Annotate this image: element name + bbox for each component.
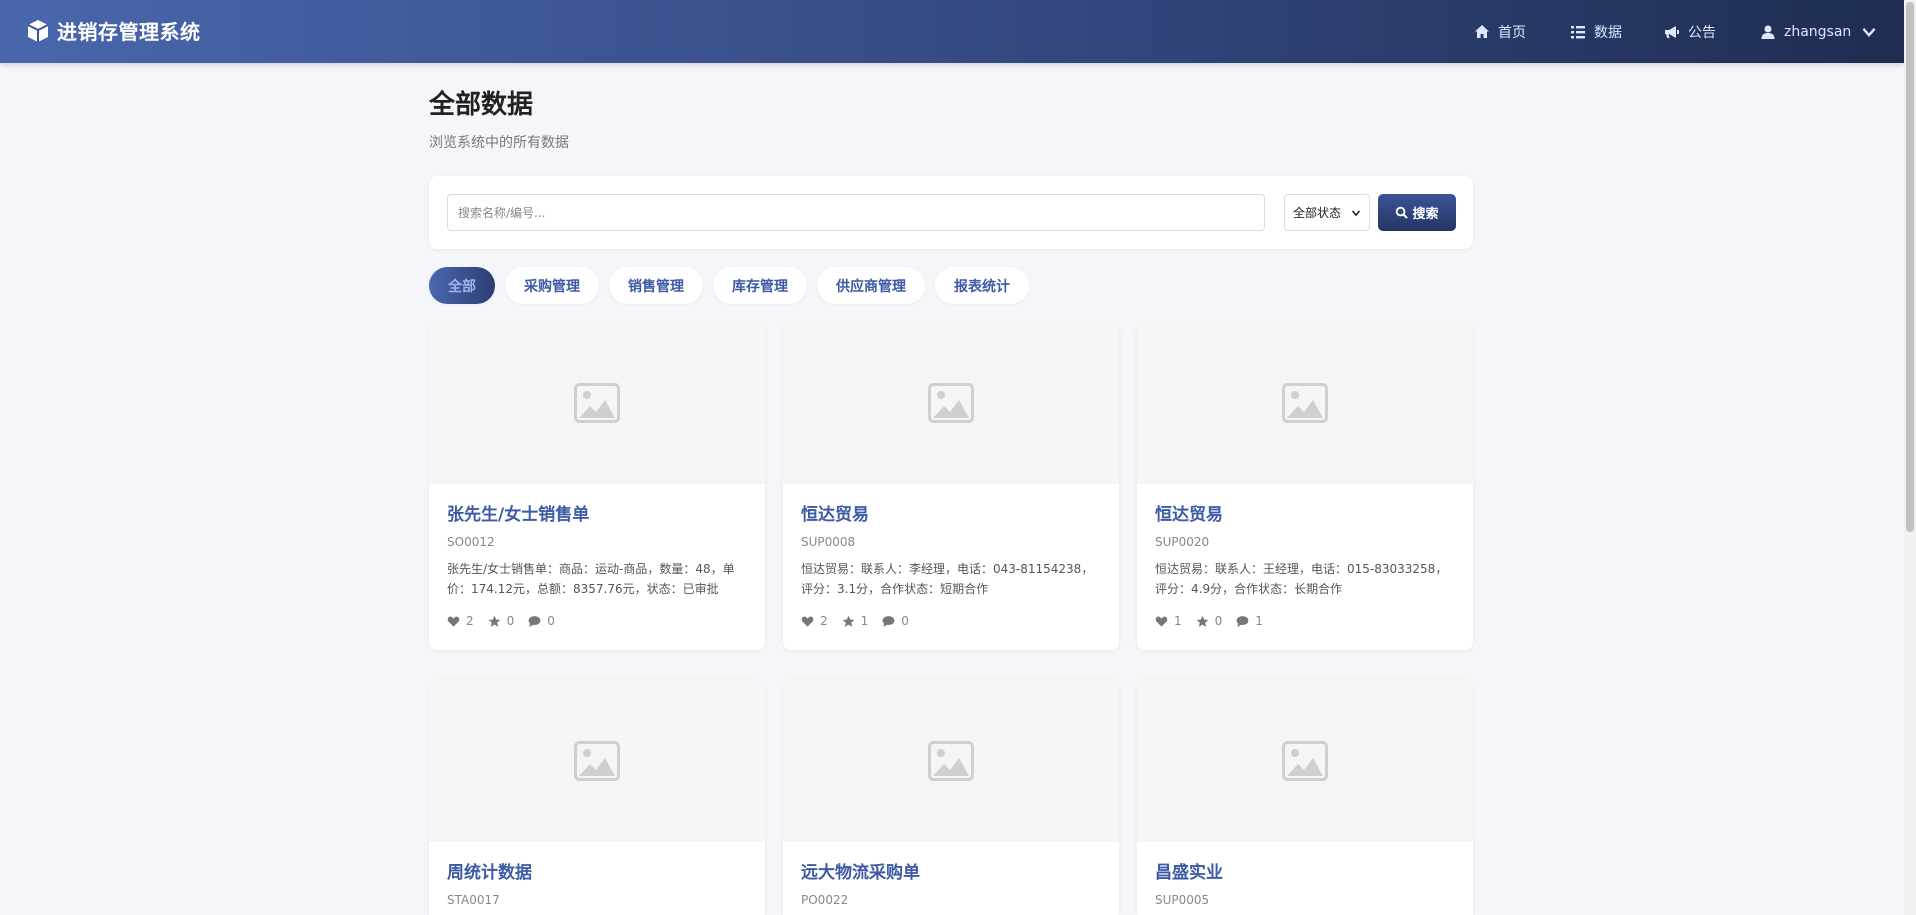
- tab-inventory[interactable]: 库存管理: [713, 267, 807, 304]
- tab-purchase[interactable]: 采购管理: [505, 267, 599, 304]
- comment-stat[interactable]: 0: [882, 614, 909, 628]
- data-card[interactable]: 昌盛实业 SUP0005: [1137, 680, 1473, 915]
- comment-stat[interactable]: 1: [1236, 614, 1263, 628]
- comment-stat[interactable]: 0: [528, 614, 555, 628]
- category-tabs: 全部 采购管理 销售管理 库存管理 供应商管理 报表统计: [429, 267, 1029, 304]
- user-icon: [1761, 25, 1775, 39]
- card-description: 恒达贸易：联系人：李经理，电话：043-81154238，评分：3.1分，合作状…: [801, 562, 1094, 596]
- comment-icon: [882, 615, 895, 627]
- card-code: SUP0020: [1155, 535, 1210, 549]
- data-card[interactable]: 远大物流采购单 PO0022: [783, 680, 1119, 915]
- like-stat[interactable]: 1: [1155, 614, 1182, 628]
- data-card[interactable]: 周统计数据 STA0017: [429, 680, 765, 915]
- tab-supplier[interactable]: 供应商管理: [817, 267, 925, 304]
- search-button[interactable]: 搜索: [1378, 194, 1456, 231]
- nav-data[interactable]: 数据: [1570, 0, 1622, 63]
- search-input[interactable]: [447, 194, 1265, 231]
- image-icon: [928, 741, 974, 781]
- tab-reports[interactable]: 报表统计: [935, 267, 1029, 304]
- card-title[interactable]: 昌盛实业: [1155, 862, 1455, 884]
- heart-icon: [447, 616, 460, 627]
- username: zhangsan: [1784, 23, 1852, 40]
- search-icon: [1396, 206, 1409, 219]
- card-code: STA0017: [447, 893, 500, 907]
- image-icon: [1282, 383, 1328, 423]
- card-image-placeholder: [783, 322, 1119, 484]
- star-count: 1: [860, 614, 869, 628]
- star-icon: [488, 615, 501, 627]
- tab-all[interactable]: 全部: [429, 267, 495, 304]
- status-select[interactable]: 全部状态: [1284, 194, 1370, 231]
- list-icon: [1571, 25, 1585, 38]
- card-description: 张先生/女士销售单：商品：运动-商品，数量：48，单价：174.12元，总额：8…: [447, 562, 735, 596]
- like-count: 2: [466, 614, 474, 628]
- nav-data-label: 数据: [1594, 24, 1622, 41]
- tab-sales[interactable]: 销售管理: [609, 267, 703, 304]
- star-icon: [1196, 615, 1209, 627]
- card-code: PO0022: [801, 893, 849, 907]
- data-card[interactable]: 恒达贸易 SUP0008 恒达贸易：联系人：李经理，电话：043-8115423…: [783, 322, 1119, 650]
- star-stat[interactable]: 0: [488, 614, 515, 628]
- navbar: 进销存管理系统 首页 数据 公告 zhangsan: [0, 0, 1904, 63]
- card-image-placeholder: [783, 680, 1119, 842]
- card-image-placeholder: [429, 322, 765, 484]
- heart-icon: [1155, 616, 1168, 627]
- megaphone-icon: [1665, 25, 1679, 38]
- like-count: 1: [1174, 614, 1182, 628]
- card-code: SUP0005: [1155, 893, 1210, 907]
- page-subtitle: 浏览系统中的所有数据: [429, 135, 569, 151]
- chevron-down-icon: [1862, 27, 1876, 37]
- user-menu[interactable]: zhangsan: [1760, 0, 1877, 63]
- brand[interactable]: 进销存管理系统: [26, 16, 201, 45]
- cube-icon: [27, 19, 49, 42]
- star-stat[interactable]: 0: [1196, 614, 1223, 628]
- data-card[interactable]: 恒达贸易 SUP0020 恒达贸易：联系人：王经理，电话：015-8303325…: [1137, 322, 1473, 650]
- card-stats: 1 0 1: [1155, 614, 1455, 628]
- comment-count: 1: [1255, 614, 1263, 628]
- nav-notice-label: 公告: [1688, 24, 1716, 41]
- app-title: 进销存管理系统: [57, 20, 201, 44]
- star-count: 0: [506, 614, 515, 628]
- page-title: 全部数据: [429, 90, 534, 120]
- card-image-placeholder: [1137, 680, 1473, 842]
- comment-icon: [1236, 615, 1249, 627]
- card-title[interactable]: 张先生/女士销售单: [447, 504, 747, 526]
- data-card[interactable]: 张先生/女士销售单 SO0012 张先生/女士销售单：商品：运动-商品，数量：4…: [429, 322, 765, 650]
- scrollbar[interactable]: [1904, 0, 1916, 915]
- image-icon: [928, 383, 974, 423]
- card-title[interactable]: 周统计数据: [447, 862, 747, 884]
- star-stat[interactable]: 1: [842, 614, 869, 628]
- image-icon: [574, 383, 620, 423]
- card-stats: 2 0 0: [447, 614, 747, 628]
- image-icon: [574, 741, 620, 781]
- card-image-placeholder: [1137, 322, 1473, 484]
- star-count: 0: [1214, 614, 1223, 628]
- nav-home[interactable]: 首页: [1474, 0, 1526, 63]
- like-stat[interactable]: 2: [447, 614, 474, 628]
- like-stat[interactable]: 2: [801, 614, 828, 628]
- card-title[interactable]: 恒达贸易: [1155, 504, 1455, 526]
- nav-notice[interactable]: 公告: [1664, 0, 1716, 63]
- chevron-down-icon: [1351, 209, 1361, 216]
- nav-home-label: 首页: [1498, 24, 1526, 41]
- card-title[interactable]: 远大物流采购单: [801, 862, 1101, 884]
- comment-count: 0: [901, 614, 909, 628]
- status-select-value: 全部状态: [1293, 206, 1342, 220]
- heart-icon: [801, 616, 814, 627]
- card-image-placeholder: [429, 680, 765, 842]
- search-button-label: 搜索: [1412, 206, 1439, 221]
- card-stats: 2 1 0: [801, 614, 1101, 628]
- star-icon: [842, 615, 855, 627]
- card-title[interactable]: 恒达贸易: [801, 504, 1101, 526]
- card-code: SO0012: [447, 535, 495, 549]
- image-icon: [1282, 741, 1328, 781]
- comment-icon: [528, 615, 541, 627]
- home-icon: [1475, 24, 1489, 38]
- card-code: SUP0008: [801, 535, 856, 549]
- search-panel: 全部状态 搜索: [429, 176, 1473, 249]
- scrollbar-thumb[interactable]: [1906, 2, 1914, 532]
- comment-count: 0: [547, 614, 555, 628]
- like-count: 2: [820, 614, 828, 628]
- card-description: 恒达贸易：联系人：王经理，电话：015-83033258，评分：4.9分，合作状…: [1155, 562, 1448, 596]
